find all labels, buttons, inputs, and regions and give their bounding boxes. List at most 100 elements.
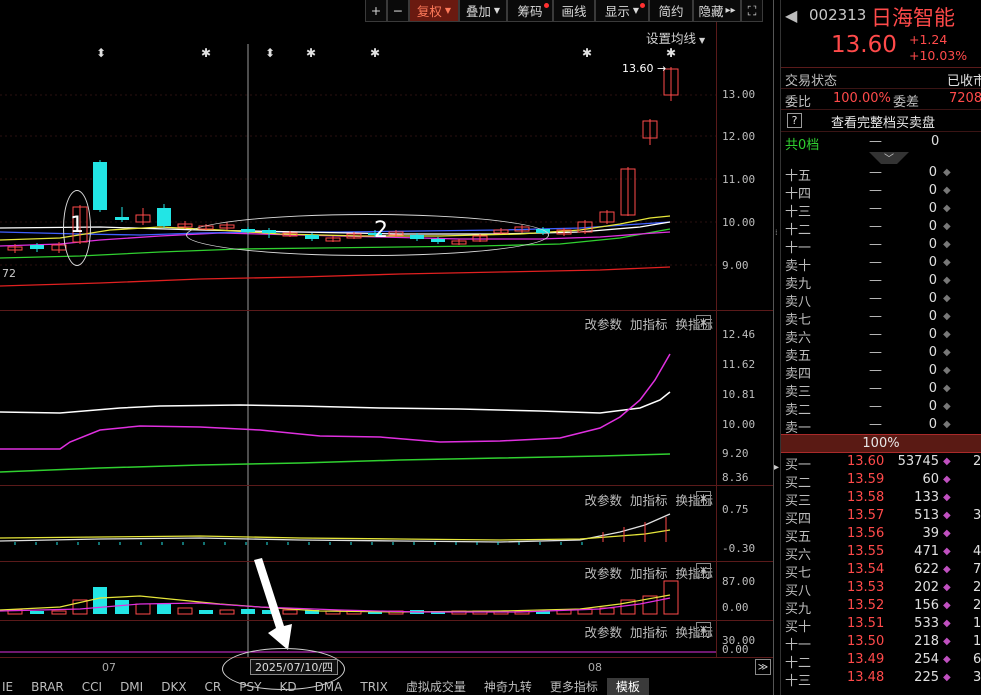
diamond-icon: ◆ xyxy=(943,618,951,629)
full-orderbook-row[interactable]: ? 查看完整档买卖盘 xyxy=(781,110,981,132)
change-params-button[interactable]: 改参数 xyxy=(584,490,622,509)
buy-level-row[interactable]: 买三 13.58 133 ◆ xyxy=(781,489,981,509)
tab-ie[interactable]: IE xyxy=(0,678,22,695)
buy-level-row[interactable]: 买六 13.55 471 ◆ 4 xyxy=(781,543,981,563)
tab-dmi[interactable]: DMI xyxy=(111,678,152,695)
tab-virtual-volume[interactable]: 虚拟成交量 xyxy=(397,678,475,695)
red-dot-icon xyxy=(640,3,645,8)
level-volume: 0 xyxy=(928,183,937,198)
buy-level-row[interactable]: 买十13.51533◆10 xyxy=(781,615,981,635)
hide-button[interactable]: 隐藏 ▸▸ xyxy=(693,0,741,22)
display-button[interactable]: 显示 ▼ xyxy=(595,0,649,22)
x-axis-label: 07 xyxy=(102,661,116,674)
sell-level-row[interactable]: 卖十 —0 ◆ xyxy=(781,254,981,274)
stock-change: +1.24 +10.03% xyxy=(909,32,967,64)
sell-level-row[interactable]: 十五 —0 ◆ xyxy=(781,164,981,184)
weicha-label: 委差 xyxy=(893,95,920,110)
tab-psy[interactable]: PSY xyxy=(230,678,270,695)
fuquan-button[interactable]: 复权 ▼ xyxy=(409,0,459,22)
red-dot-icon xyxy=(544,3,549,8)
sell-level-row[interactable]: 卖一 — 0 ◆ xyxy=(781,416,981,436)
change-params-button[interactable]: 改参数 xyxy=(584,622,622,641)
level-price: — xyxy=(869,327,882,342)
buy-level-row[interactable]: 十一 13.50 218 ◆ 1 xyxy=(781,633,981,653)
sell-level-row[interactable]: 十二 —0 ◆ xyxy=(781,218,981,238)
buy-level-row[interactable]: 买九 13.52 156 ◆ 2 xyxy=(781,597,981,617)
level-label: 卖一 xyxy=(785,421,812,436)
fullscreen-icon: ⛶ xyxy=(747,2,757,18)
tab-dma[interactable]: DMA xyxy=(306,678,352,695)
buy-level-row[interactable]: 买一 13.60 53745 ◆ 2 xyxy=(781,453,981,473)
level-price: — xyxy=(869,381,882,396)
tab-template[interactable]: 模板 xyxy=(606,678,649,695)
tab-cr[interactable]: CR xyxy=(196,678,231,695)
full-orderbook-link[interactable]: 查看完整档买卖盘 xyxy=(831,112,935,131)
chips-button[interactable]: 筹码 xyxy=(507,0,553,22)
sell-level-row[interactable]: 卖四 —0 ◆ xyxy=(781,362,981,382)
sell-level-row[interactable]: 卖七 —0 ◆ xyxy=(781,308,981,328)
tab-trix[interactable]: TRIX xyxy=(351,678,396,695)
sell-level-row[interactable]: 卖三 —0 ◆ xyxy=(781,380,981,400)
ma-setting-label: 设置均线 xyxy=(646,31,697,46)
panel-splitter[interactable]: ⁞ ▸ xyxy=(773,0,781,695)
tab-cci[interactable]: CCI xyxy=(73,678,111,695)
diamond-icon: ◆ xyxy=(943,383,951,394)
x-axis: 07 08 xyxy=(0,657,773,677)
sell-level-row[interactable]: 卖八 —0 ◆ xyxy=(781,290,981,310)
sell-level-row[interactable]: 卖六 —0 ◆ xyxy=(781,326,981,346)
tab-brar[interactable]: BRAR xyxy=(22,678,73,695)
overlay-button[interactable]: 叠加 ▼ xyxy=(459,0,507,22)
sell-level-row[interactable]: 十四 —0 ◆ xyxy=(781,182,981,202)
sell-level-row[interactable]: 卖二 —0 ◆ xyxy=(781,398,981,418)
sell-level-row[interactable]: 十三 —0 ◆ xyxy=(781,200,981,220)
change-params-button[interactable]: 改参数 xyxy=(584,314,622,333)
level-volume: 60 xyxy=(922,472,939,487)
zoom-in-button[interactable]: + xyxy=(365,0,387,22)
buy-level-row[interactable]: 买五 13.56 39 ◆ xyxy=(781,525,981,545)
tab-kd[interactable]: KD xyxy=(270,678,305,695)
add-indicator-button[interactable]: 加指标 xyxy=(630,563,668,582)
level-volume: 0 xyxy=(928,345,937,360)
scroll-right-button[interactable]: ≫ xyxy=(755,659,771,675)
kline-chart-area[interactable]: ⬍ ✱ ⬍ ✱ ✱ ✱ ✱ 设置均线 ▼ 13.60 → 72 13.00 12.… xyxy=(0,22,773,657)
draw-line-button[interactable]: 画线 xyxy=(553,0,595,22)
buy-level-row[interactable]: 买七 13.54 622 ◆ 7 xyxy=(781,561,981,581)
level-volume: 225 xyxy=(914,670,939,685)
sell-level-row[interactable]: 十一 —0 ◆ xyxy=(781,236,981,256)
buy-level-row[interactable]: 买二 13.59 60 ◆ xyxy=(781,471,981,491)
add-indicator-button[interactable]: 加指标 xyxy=(630,314,668,333)
simple-button[interactable]: 简约 xyxy=(649,0,693,22)
close-panel-button[interactable]: ✕ xyxy=(696,563,711,578)
latest-price-tag: 13.60 → xyxy=(622,62,666,75)
buy-level-row[interactable]: 买四 13.57 513 ◆ 3 xyxy=(781,507,981,527)
collapse-tab[interactable]: ﹀ xyxy=(781,152,981,165)
tab-dkx[interactable]: DKX xyxy=(152,678,195,695)
tab-more-indicators[interactable]: 更多指标 xyxy=(541,678,607,695)
help-icon[interactable]: ? xyxy=(787,113,802,128)
close-panel-button[interactable]: ✕ xyxy=(696,622,711,637)
change-params-button[interactable]: 改参数 xyxy=(584,563,622,582)
zoom-out-button[interactable]: − xyxy=(387,0,409,22)
level-volume: 622 xyxy=(914,562,939,577)
sell-level-row[interactable]: 卖九 —0 ◆ xyxy=(781,272,981,292)
y-axis-label: 9.20 xyxy=(722,447,749,460)
level-price: 13.48 xyxy=(847,670,885,685)
buy-level-row[interactable]: 买八13.53202◆20 xyxy=(781,579,981,599)
fullscreen-button[interactable]: ⛶ xyxy=(741,0,763,22)
tab-magic-nine[interactable]: 神奇九转 xyxy=(475,678,541,695)
simple-label: 简约 xyxy=(658,4,684,19)
close-panel-button[interactable]: ✕ xyxy=(696,315,711,330)
back-arrow-icon[interactable]: ◀ xyxy=(785,6,797,25)
level-extra: 4 xyxy=(973,544,981,559)
buy-level-row[interactable]: 十二 13.49 254 ◆ 6 xyxy=(781,651,981,671)
sell-level-row[interactable]: 卖五 —0 ◆ xyxy=(781,344,981,364)
add-indicator-button[interactable]: 加指标 xyxy=(630,490,668,509)
close-panel-button[interactable]: ✕ xyxy=(696,491,711,506)
indicator1-green-line xyxy=(0,453,671,473)
y-axis-label: 10.00 xyxy=(722,216,756,229)
level-extra: 3 xyxy=(973,670,981,685)
level-volume: 0 xyxy=(928,201,937,216)
add-indicator-button[interactable]: 加指标 xyxy=(630,622,668,641)
buy-level-row[interactable]: 十三 13.48 225 ◆ 3 xyxy=(781,669,981,689)
ma-setting-button[interactable]: 设置均线 ▼ xyxy=(646,28,705,47)
